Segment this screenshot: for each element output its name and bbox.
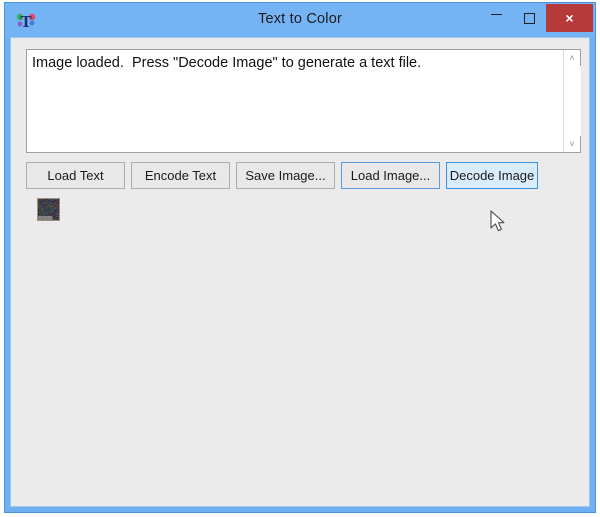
close-button[interactable]: × bbox=[546, 4, 593, 32]
maximize-button[interactable] bbox=[513, 3, 546, 33]
text-to-color-app-icon: T bbox=[15, 9, 37, 31]
mouse-cursor bbox=[490, 210, 508, 236]
minimize-button[interactable] bbox=[480, 3, 513, 33]
svg-text:T: T bbox=[20, 12, 32, 31]
encode-text-button[interactable]: Encode Text bbox=[131, 162, 230, 189]
maximize-icon bbox=[524, 12, 535, 24]
load-text-button[interactable]: Load Text bbox=[26, 162, 125, 189]
status-text[interactable]: Image loaded. Press "Decode Image" to ge… bbox=[27, 50, 563, 152]
minimize-icon bbox=[491, 13, 502, 15]
scrollbar-track[interactable] bbox=[563, 66, 581, 136]
encoded-image-thumbnail bbox=[37, 198, 60, 221]
window-controls: × bbox=[480, 3, 595, 33]
load-image-button[interactable]: Load Image... bbox=[341, 162, 440, 189]
save-image-button[interactable]: Save Image... bbox=[236, 162, 335, 189]
action-button-row: Load Text Encode Text Save Image... Load… bbox=[26, 162, 538, 189]
decode-image-button[interactable]: Decode Image bbox=[446, 162, 538, 189]
status-textarea[interactable]: Image loaded. Press "Decode Image" to ge… bbox=[26, 49, 581, 153]
application-window: T Text to Color × Image loaded. Press "D… bbox=[4, 2, 596, 513]
titlebar: T Text to Color × bbox=[5, 3, 595, 37]
scroll-up-icon[interactable]: ˄ bbox=[564, 50, 581, 66]
client-area: Image loaded. Press "Decode Image" to ge… bbox=[10, 37, 590, 507]
status-textarea-scrollbar[interactable]: ˄ ˅ bbox=[563, 50, 581, 152]
scroll-down-icon[interactable]: ˅ bbox=[564, 136, 581, 152]
